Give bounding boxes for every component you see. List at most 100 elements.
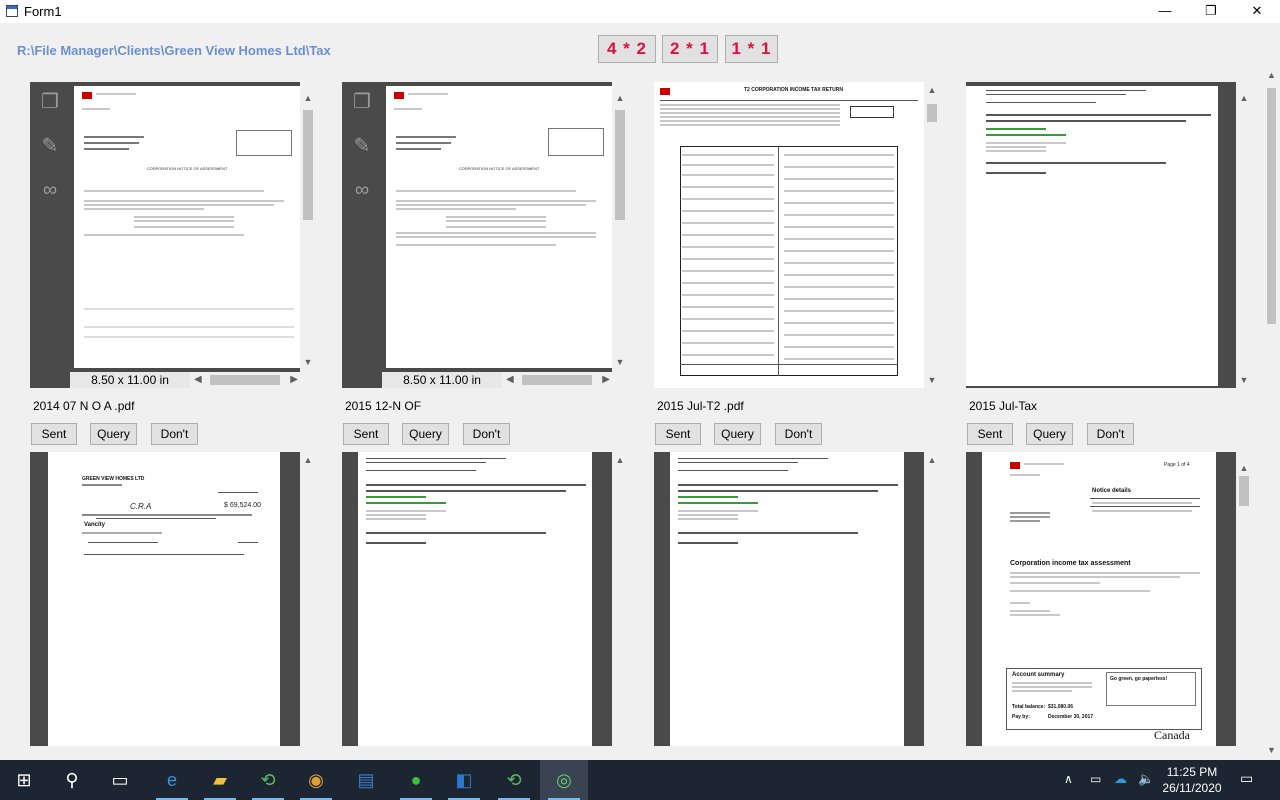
cloud-icon[interactable]: ☁ xyxy=(1114,771,1127,787)
scroll-right-arrow-icon[interactable]: ▶ xyxy=(290,372,298,388)
close-button[interactable]: ✕ xyxy=(1234,0,1280,23)
pdf-viewer-tile[interactable]: GREEN VIEW HOMES LTD C.R.A $ 69,524.00 V… xyxy=(30,452,316,746)
scroll-up-arrow-icon[interactable]: ▲ xyxy=(612,452,628,468)
scroll-up-arrow-icon[interactable]: ▲ xyxy=(300,452,316,468)
app-icon[interactable]: ⟲ xyxy=(490,760,538,800)
scroll-up-arrow-icon[interactable]: ▲ xyxy=(612,90,628,106)
search-icon[interactable]: ⚲ xyxy=(48,760,96,800)
maximize-button[interactable]: ❐ xyxy=(1188,0,1234,23)
page-vertical-scrollbar[interactable]: ▲ xyxy=(1236,452,1252,746)
app-icon[interactable]: ▤ xyxy=(342,760,390,800)
chrome-icon[interactable]: ◉ xyxy=(292,760,340,800)
page-vertical-scrollbar[interactable]: ▲ xyxy=(924,452,940,746)
page-vertical-scrollbar[interactable]: ▲ xyxy=(300,452,316,746)
dont-button[interactable]: Don't xyxy=(775,423,822,445)
scroll-left-arrow-icon[interactable]: ◀ xyxy=(194,372,202,388)
horizontal-scrollbar[interactable]: ◀ ▶ xyxy=(192,372,300,388)
document-page xyxy=(966,86,1218,386)
pdf-viewer-tile[interactable]: ▲ ▼ xyxy=(966,82,1252,388)
pdf-viewer-tile[interactable]: ❐ ✎ ∞ CORPORATION NOTICE OF ASSESSMENT ▲… xyxy=(30,82,316,388)
scroll-left-arrow-icon[interactable]: ◀ xyxy=(506,372,514,388)
scroll-up-arrow-icon[interactable]: ▲ xyxy=(924,82,940,98)
scroll-up-arrow-icon[interactable]: ▲ xyxy=(1236,90,1252,106)
clock[interactable]: 11:25 PM 26/11/2020 xyxy=(1152,764,1232,796)
chevron-up-icon[interactable]: ∧ xyxy=(1064,772,1073,786)
copy-icon[interactable]: ❐ xyxy=(38,90,62,114)
copy-icon[interactable]: ❐ xyxy=(350,90,374,114)
app-icon[interactable]: ◎ xyxy=(540,760,588,800)
notification-icon[interactable]: ▭ xyxy=(1240,770,1253,787)
query-button[interactable]: Query xyxy=(1026,423,1073,445)
pdf-viewer-tile[interactable]: ▲ xyxy=(342,452,628,746)
scroll-down-arrow-icon[interactable]: ▼ xyxy=(924,372,940,388)
cheque-payee: C.R.A xyxy=(130,502,152,511)
binoculars-icon[interactable]: ∞ xyxy=(38,178,62,202)
sent-button[interactable]: Sent xyxy=(343,423,389,445)
page-vertical-scrollbar[interactable]: ▲ ▼ xyxy=(612,82,628,388)
page-vertical-scrollbar[interactable]: ▲ ▼ xyxy=(300,82,316,388)
folder-path[interactable]: R:\File Manager\Clients\Green View Homes… xyxy=(17,43,331,58)
document-page xyxy=(358,452,592,746)
scroll-thumb[interactable] xyxy=(615,110,625,220)
edge-icon[interactable]: e xyxy=(148,760,196,800)
query-button[interactable]: Query xyxy=(90,423,137,445)
pdf-viewer-tile[interactable]: T2 CORPORATION INCOME TAX RETURN ▲ ▼ xyxy=(654,82,940,388)
scroll-down-arrow-icon[interactable]: ▼ xyxy=(1263,745,1280,755)
scroll-down-arrow-icon[interactable]: ▼ xyxy=(1236,372,1252,388)
main-vertical-scrollbar[interactable]: ▲ ▼ xyxy=(1263,66,1280,759)
binoculars-icon[interactable]: ∞ xyxy=(350,178,374,202)
dont-button[interactable]: Don't xyxy=(1087,423,1134,445)
minimize-button[interactable]: — xyxy=(1142,0,1188,23)
page-vertical-scrollbar[interactable]: ▲ ▼ xyxy=(1236,82,1252,388)
scroll-down-arrow-icon[interactable]: ▼ xyxy=(300,354,316,370)
sent-button[interactable]: Sent xyxy=(655,423,701,445)
scroll-thumb[interactable] xyxy=(303,110,313,220)
page-vertical-scrollbar[interactable]: ▲ ▼ xyxy=(924,82,940,388)
task-view-icon[interactable]: ▭ xyxy=(96,760,144,800)
horizontal-scrollbar[interactable]: ◀ ▶ xyxy=(504,372,612,388)
scroll-thumb[interactable] xyxy=(522,375,592,385)
scroll-thumb[interactable] xyxy=(1239,476,1249,506)
scroll-up-arrow-icon[interactable]: ▲ xyxy=(924,452,940,468)
pdf-viewer-tile[interactable]: ▲ xyxy=(654,452,940,746)
clock-time: 11:25 PM xyxy=(1166,765,1218,779)
scroll-right-arrow-icon[interactable]: ▶ xyxy=(602,372,610,388)
doc-heading: T2 CORPORATION INCOME TAX RETURN xyxy=(744,87,843,93)
dont-button[interactable]: Don't xyxy=(151,423,198,445)
start-icon[interactable]: ⊞ xyxy=(0,760,48,800)
scroll-thumb[interactable] xyxy=(1267,88,1276,324)
app-icon xyxy=(6,5,18,17)
scroll-thumb[interactable] xyxy=(927,104,937,122)
viewer-toolbar: ❐ ✎ ∞ xyxy=(30,82,70,388)
scroll-up-arrow-icon[interactable]: ▲ xyxy=(1236,460,1252,476)
scroll-up-arrow-icon[interactable]: ▲ xyxy=(300,90,316,106)
layout-4x2-button[interactable]: 4 * 2 xyxy=(598,35,656,63)
canada-wordmark: Canada xyxy=(1154,728,1190,742)
scroll-down-arrow-icon[interactable]: ▼ xyxy=(612,354,628,370)
layout-2x1-button[interactable]: 2 * 1 xyxy=(662,35,718,63)
cheque-amount: $ 69,524.00 xyxy=(224,502,261,509)
network-icon[interactable]: ▭ xyxy=(1090,772,1101,786)
paperclip-icon[interactable]: ✎ xyxy=(350,134,374,158)
assessment-heading: Corporation income tax assessment xyxy=(1010,560,1131,567)
app-icon[interactable]: ⟲ xyxy=(244,760,292,800)
document-page: CORPORATION NOTICE OF ASSESSMENT xyxy=(386,86,612,368)
app-icon[interactable]: ● xyxy=(392,760,440,800)
sent-button[interactable]: Sent xyxy=(967,423,1013,445)
page-vertical-scrollbar[interactable]: ▲ xyxy=(612,452,628,746)
query-button[interactable]: Query xyxy=(714,423,761,445)
file-name: 2014 07 N O A .pdf xyxy=(33,399,135,413)
dont-button[interactable]: Don't xyxy=(463,423,510,445)
layout-1x1-button[interactable]: 1 * 1 xyxy=(725,35,778,63)
outlook-icon[interactable]: ◧ xyxy=(440,760,488,800)
scroll-up-arrow-icon[interactable]: ▲ xyxy=(1263,70,1280,80)
pdf-viewer-tile[interactable]: Page 1 of 4 Notice details Corporation i… xyxy=(966,452,1252,746)
paperclip-icon[interactable]: ✎ xyxy=(38,134,62,158)
page-size-bar: 8.50 x 11.00 in ◀ ▶ xyxy=(70,372,300,388)
scroll-thumb[interactable] xyxy=(210,375,280,385)
query-button[interactable]: Query xyxy=(402,423,449,445)
sent-button[interactable]: Sent xyxy=(31,423,77,445)
pdf-viewer-tile[interactable]: ❐ ✎ ∞ CORPORATION NOTICE OF ASSESSMENT ▲… xyxy=(342,82,628,388)
file-explorer-icon[interactable]: ▰ xyxy=(196,760,244,800)
account-summary-heading: Account summary xyxy=(1012,672,1065,678)
